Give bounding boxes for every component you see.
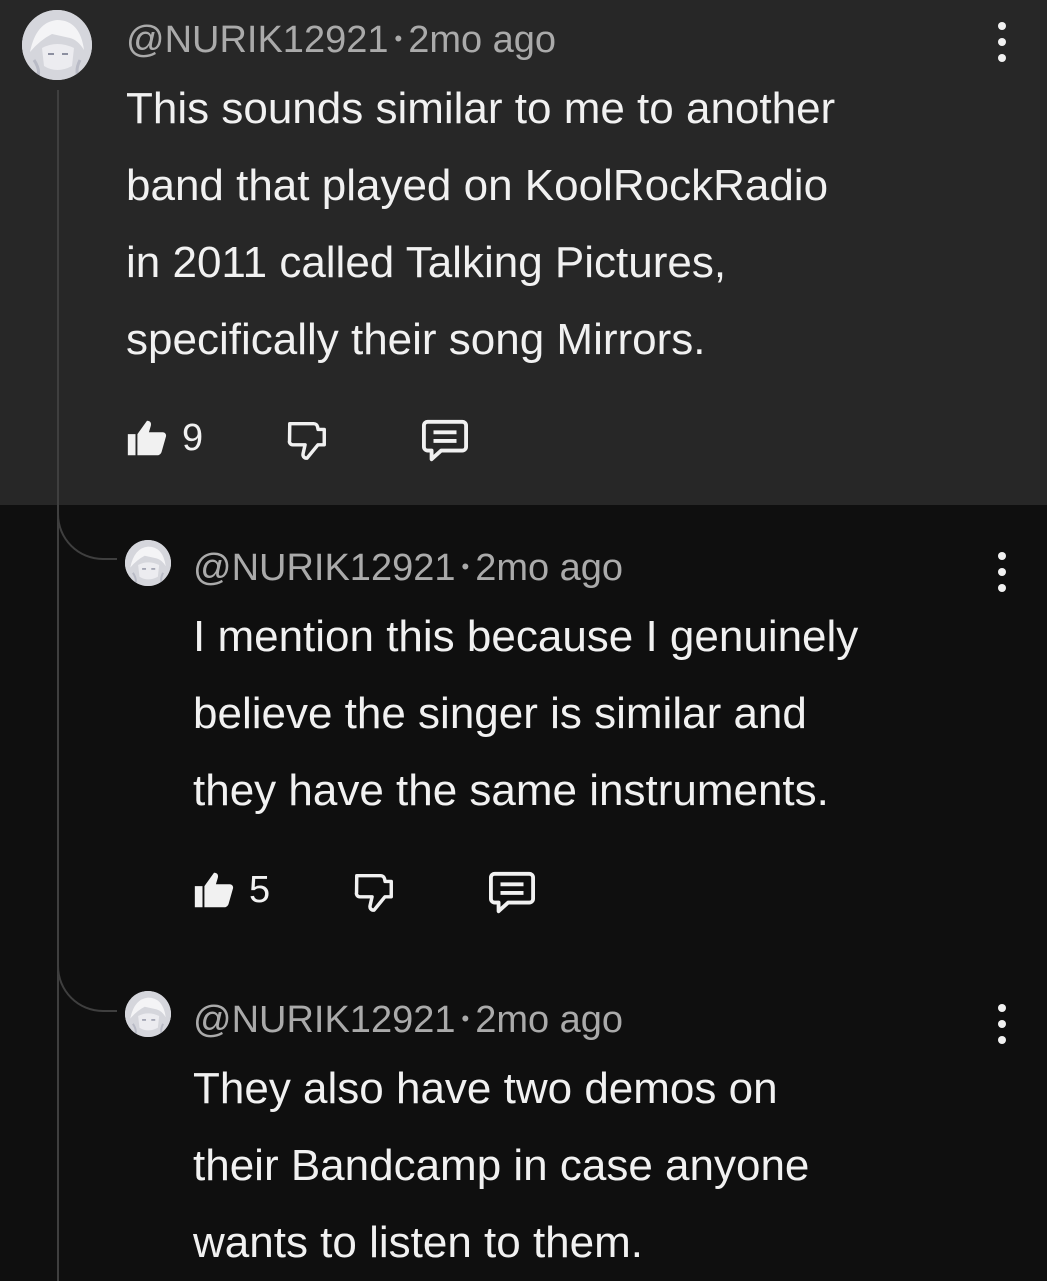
thumbs-up-icon[interactable] xyxy=(191,867,237,913)
more-vert-icon[interactable] xyxy=(992,1004,1012,1044)
avatar[interactable] xyxy=(125,540,171,586)
avatar-image xyxy=(125,991,171,1037)
comment-line: This sounds similar to me to another xyxy=(126,84,836,133)
reply-connector xyxy=(57,508,117,560)
timestamp[interactable]: 2mo ago xyxy=(475,547,623,589)
username[interactable]: @NURIK12921 xyxy=(193,999,455,1041)
comment-actions: 5 xyxy=(191,865,551,915)
more-vert-icon[interactable] xyxy=(992,552,1012,592)
timestamp[interactable]: 2mo ago xyxy=(408,19,556,61)
comment-header: @NURIK12921 • 2mo ago xyxy=(126,18,556,64)
reply-connector xyxy=(57,960,117,1012)
separator-dot: • xyxy=(461,1005,470,1031)
thumbs-up-icon[interactable] xyxy=(124,415,170,461)
more-vert-icon[interactable] xyxy=(992,22,1012,62)
thread-line xyxy=(57,90,59,1281)
like-count: 9 xyxy=(182,417,204,459)
comment-line: They also have two demos on xyxy=(193,1064,778,1113)
comment-actions: 9 xyxy=(124,413,484,463)
like-count: 5 xyxy=(249,869,271,911)
avatar[interactable] xyxy=(22,10,92,80)
avatar-image xyxy=(22,10,92,80)
comment-header: @NURIK12921 • 2mo ago xyxy=(193,998,623,1044)
comment-text: This sounds similar to me to another ban… xyxy=(126,70,835,378)
comment-line: believe the singer is similar and xyxy=(193,689,807,738)
comment-line: wants to listen to them. xyxy=(193,1218,643,1267)
username[interactable]: @NURIK12921 xyxy=(193,547,455,589)
thumbs-down-icon[interactable] xyxy=(351,869,397,915)
avatar-image xyxy=(125,540,171,586)
comment-line: they have the same instruments. xyxy=(193,766,829,815)
comment-line: I mention this because I genuinely xyxy=(193,612,859,661)
comment-text: I mention this because I genuinely belie… xyxy=(193,598,858,829)
comment-line: their Bandcamp in case anyone xyxy=(193,1141,810,1190)
comment-line: specifically their song Mirrors. xyxy=(126,315,706,364)
comment-header: @NURIK12921 • 2mo ago xyxy=(193,546,623,592)
username[interactable]: @NURIK12921 xyxy=(126,19,388,61)
thumbs-down-icon[interactable] xyxy=(284,417,330,463)
avatar[interactable] xyxy=(125,991,171,1037)
comment-text: They also have two demos on their Bandca… xyxy=(193,1050,809,1281)
separator-dot: • xyxy=(394,25,403,51)
comment-line: in 2011 called Talking Pictures, xyxy=(126,238,727,287)
timestamp[interactable]: 2mo ago xyxy=(475,999,623,1041)
comment-line: band that played on KoolRockRadio xyxy=(126,161,829,210)
reply-icon[interactable] xyxy=(487,869,537,915)
separator-dot: • xyxy=(461,553,470,579)
reply-icon[interactable] xyxy=(420,417,470,463)
